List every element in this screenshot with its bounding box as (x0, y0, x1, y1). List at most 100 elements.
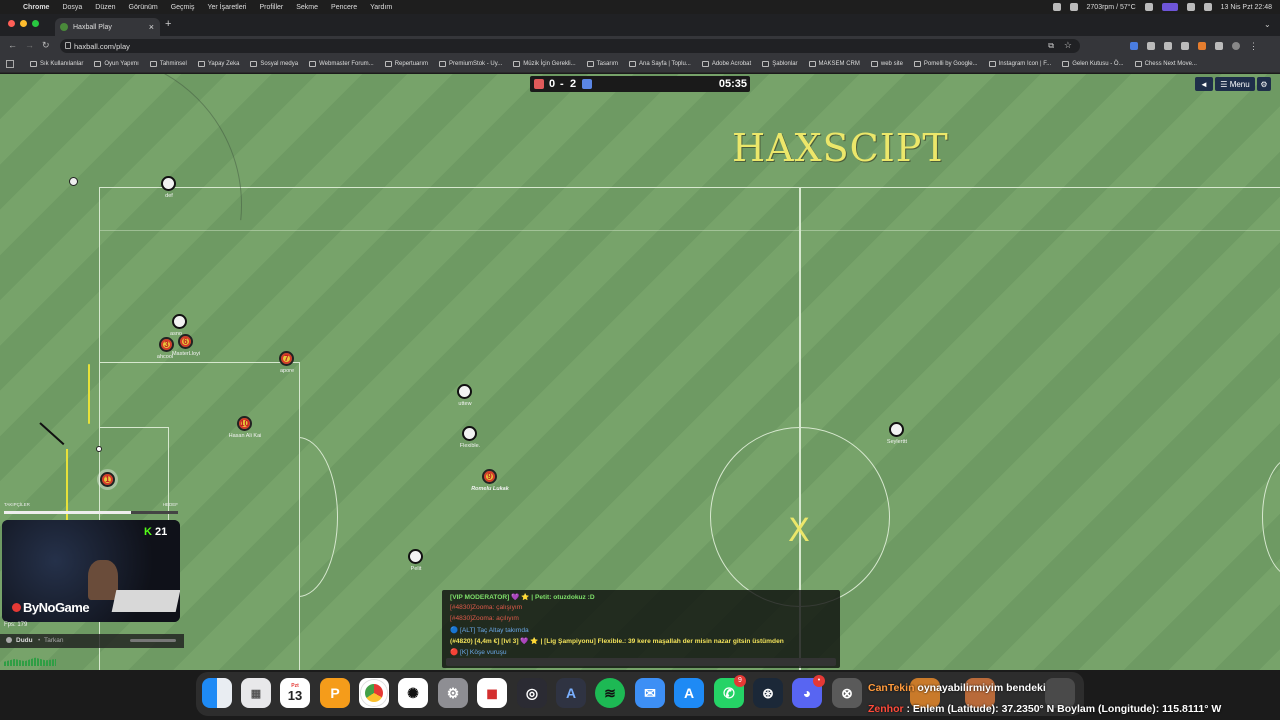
system-stats[interactable]: 2703rpm / 57°C (1087, 4, 1136, 11)
site-icon (439, 61, 447, 67)
bookmark-item[interactable]: Chess Next Move... (1134, 61, 1197, 67)
menu-bookmarks[interactable]: Yer İşaretleri (207, 4, 246, 11)
new-tab-button[interactable]: + (165, 18, 171, 30)
puzzle-icon[interactable] (1215, 42, 1223, 50)
user-avatar (6, 637, 12, 643)
goal-label: HEDEF (162, 502, 178, 507)
more-menu-icon[interactable]: ⋮ (1249, 42, 1258, 51)
system-settings-icon[interactable]: ⚙ (438, 678, 468, 708)
menu-app[interactable]: Chrome (23, 4, 49, 11)
search-icon[interactable] (1186, 3, 1195, 11)
bookmark-item[interactable]: Şablonlar (762, 61, 798, 67)
bookmark-item[interactable]: Repertuarım (384, 61, 428, 67)
chrome-icon[interactable] (359, 678, 389, 708)
menu-file[interactable]: Dosya (62, 4, 82, 11)
bookmark-star-icon[interactable]: ☆ (1064, 40, 1072, 51)
close-window-button[interactable] (8, 20, 15, 27)
menu-tab[interactable]: Sekme (296, 4, 318, 11)
extension-icon[interactable] (1181, 42, 1189, 50)
bookmark-item[interactable]: Ana Sayfa | Toplu... (628, 61, 691, 67)
calendar-icon[interactable]: Pzt 13 (280, 678, 310, 708)
bookmark-item[interactable]: Tahminsel (149, 61, 187, 67)
haxball-app-icon[interactable]: ◼ (477, 678, 507, 708)
bookmark-item[interactable]: Tasarım (586, 61, 618, 67)
overlay-user: Zenhor (868, 703, 904, 715)
url-text[interactable]: haxball.com/play (74, 42, 130, 51)
profile-icon[interactable] (1232, 42, 1240, 50)
xcode-icon[interactable]: A (556, 678, 586, 708)
bookmark-item[interactable]: Sosyal medya (250, 61, 298, 67)
bookmark-item[interactable]: Pomelli by Google... (913, 61, 978, 67)
tab-search-icon[interactable]: ⌄ (1264, 20, 1271, 29)
bookmark-item[interactable]: Adobe Acrobat (701, 61, 751, 67)
bookmark-item[interactable]: Gelen Kutusu - Ö... (1062, 61, 1124, 67)
discord-badge: • (813, 675, 825, 687)
gmail-icon (1062, 61, 1070, 67)
menu-window[interactable]: Pencere (331, 4, 357, 11)
clock[interactable]: 13 Nis Pzt 22:48 (1221, 4, 1272, 11)
tab-close-icon[interactable]: × (149, 22, 154, 32)
extension-icon[interactable] (1130, 42, 1138, 50)
menu-history[interactable]: Geçmiş (171, 4, 195, 11)
site-icon (1134, 61, 1142, 67)
bookmark-item[interactable]: Sık Kullanılanlar (30, 61, 83, 67)
app-store-icon[interactable]: A (674, 678, 704, 708)
back-icon[interactable]: ← (8, 40, 17, 50)
site-info-icon[interactable] (65, 42, 71, 49)
chatgpt-icon[interactable]: ✺ (398, 678, 428, 708)
obs-icon[interactable]: ◎ (517, 678, 547, 708)
bookmark-item[interactable]: Müzik İçin Gerekli... (513, 61, 576, 67)
finder-icon[interactable] (202, 678, 232, 708)
screen-record-icon[interactable] (1161, 3, 1178, 11)
player-name: def (165, 193, 173, 199)
back-button[interactable]: ◄ (1195, 77, 1213, 91)
bookmark-item[interactable]: Oyun Yapımı (94, 61, 139, 67)
address-bar[interactable]: haxball.com/play ⧉ ☆ (60, 39, 1080, 53)
site-icon (628, 61, 636, 67)
bluetooth-icon[interactable] (1052, 3, 1061, 11)
mail-icon[interactable]: ✉ (635, 678, 665, 708)
follower-goal: TAKIPÇİLER HEDEF (2, 500, 180, 518)
apps-grid-icon[interactable] (6, 60, 14, 68)
maximize-window-button[interactable] (32, 20, 39, 27)
settings-button[interactable]: ⚙ (1257, 77, 1271, 91)
notification-icon[interactable] (1144, 3, 1153, 11)
game-canvas[interactable]: HAXSCIPT X def asno 6 MasterLloyi 3 ahco… (0, 74, 1280, 670)
translate-icon[interactable]: ⧉ (1048, 41, 1054, 51)
bookmark-item[interactable]: Webmaster Forum... (309, 61, 374, 67)
streamer-image (88, 560, 118, 600)
bookmark-item[interactable]: Instagram Icon | F... (988, 61, 1051, 67)
player-name: MasterLloyi (171, 351, 201, 357)
bookmark-item[interactable]: MAKSEM CRM (808, 61, 860, 67)
app-icon[interactable]: ⊗ (832, 678, 862, 708)
steam-icon[interactable]: ⊛ (753, 678, 783, 708)
launchpad-icon[interactable]: ▦ (241, 678, 271, 708)
tab-haxball[interactable]: Haxball Play × (55, 18, 160, 36)
menu-profiles[interactable]: Profiller (260, 4, 284, 11)
bookmark-item[interactable]: web site (870, 61, 903, 67)
spotify-icon[interactable]: ≋ (595, 678, 625, 708)
extension-icon[interactable] (1164, 42, 1172, 50)
minimize-window-button[interactable] (20, 20, 27, 27)
menu-view[interactable]: Görünüm (129, 4, 158, 11)
chat-message: 🔵 [ALT] Taç Altay takımda (450, 627, 529, 634)
kick-icon: K (144, 526, 152, 538)
folder-icon (94, 61, 102, 67)
bookmark-item[interactable]: PremiumStok - Uy... (439, 61, 502, 67)
score-separator: - (560, 78, 564, 90)
chat-input[interactable] (446, 658, 836, 666)
reload-icon[interactable]: ↻ (42, 40, 50, 51)
forward-icon[interactable]: → (25, 40, 34, 50)
menu-button[interactable]: ☰ Menu (1215, 77, 1255, 91)
extension-icon[interactable] (1198, 42, 1206, 50)
pages-icon[interactable]: P (320, 678, 350, 708)
menu-help[interactable]: Yardım (370, 4, 392, 11)
site-icon (309, 61, 317, 67)
audio-separator: • (38, 637, 41, 644)
menu-edit[interactable]: Düzen (95, 4, 115, 11)
bookmark-item[interactable]: Yapay Zeka (197, 61, 239, 67)
extension-icon[interactable] (1147, 42, 1155, 50)
control-icon[interactable] (1069, 3, 1078, 11)
stream-overlay-message: CanTekin oynayabilirmiyim bendeki (868, 682, 1046, 694)
control-center-icon[interactable] (1203, 3, 1212, 11)
